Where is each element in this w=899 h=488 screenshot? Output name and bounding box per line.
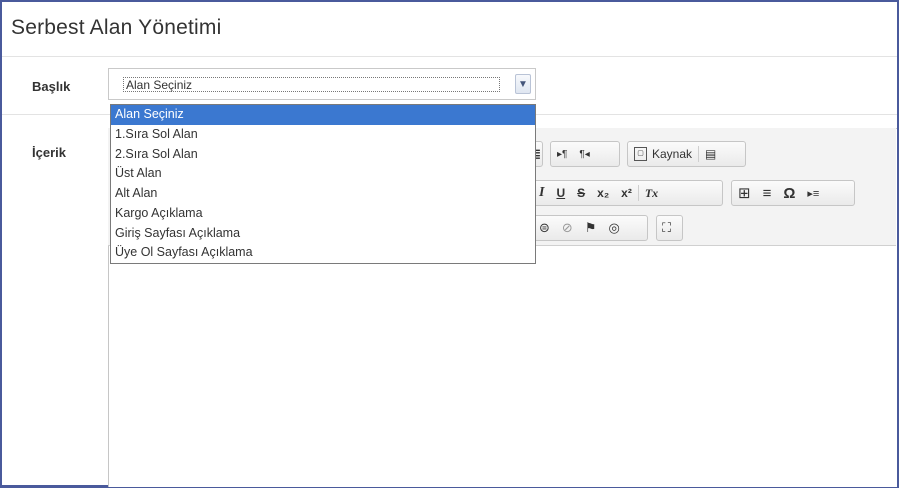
- toolbar-group-basicstyles: I U S x₂ x² Tx: [532, 180, 723, 206]
- source-button-label: Kaynak: [652, 147, 693, 161]
- dropdown-option[interactable]: Üst Alan: [111, 164, 535, 184]
- field-select-dropdown: Alan Seçiniz 1.Sıra Sol Alan 2.Sıra Sol …: [110, 104, 536, 264]
- toolbar-group-direction: ▸¶ ¶◂: [550, 141, 620, 167]
- strikethrough-icon[interactable]: S: [571, 181, 591, 205]
- toolbar-group-source: ▢ Kaynak ▤: [627, 141, 746, 167]
- underline-icon[interactable]: U: [550, 181, 571, 205]
- source-icon: ▢: [634, 147, 647, 161]
- special-char-icon[interactable]: Ω: [777, 181, 801, 205]
- toolbar-group-tools: ⛶: [656, 215, 683, 241]
- chevron-down-icon[interactable]: ▼: [515, 74, 531, 94]
- title-field-label: Başlık: [32, 79, 71, 94]
- dropdown-option[interactable]: Alan Seçiniz: [111, 105, 535, 125]
- source-button[interactable]: ▢ Kaynak: [628, 142, 698, 166]
- indent-icon[interactable]: ▸≡: [801, 181, 825, 205]
- superscript-icon[interactable]: x²: [615, 181, 638, 205]
- unlink-icon[interactable]: ⊘: [556, 216, 579, 240]
- toolbar-group-insert: ⊞ ≡ Ω ▸≡: [731, 180, 855, 206]
- dropdown-option[interactable]: Üye Ol Sayfası Açıklama: [111, 243, 535, 263]
- field-select[interactable]: Alan Seçiniz ▼: [108, 68, 536, 100]
- dropdown-option[interactable]: Alt Alan: [111, 184, 535, 204]
- rtl-direction-icon[interactable]: ¶◂: [573, 142, 595, 166]
- horizontal-rule-icon[interactable]: ≡: [757, 181, 778, 205]
- iframe-icon[interactable]: ◎: [602, 216, 625, 240]
- anchor-flag-icon[interactable]: ⚑: [579, 216, 603, 240]
- template-icon[interactable]: ▤: [699, 142, 722, 166]
- dropdown-option[interactable]: 1.Sıra Sol Alan: [111, 125, 535, 145]
- dropdown-option[interactable]: Giriş Sayfası Açıklama: [111, 224, 535, 244]
- ltr-direction-icon[interactable]: ▸¶: [551, 142, 573, 166]
- dropdown-option[interactable]: Kargo Açıklama: [111, 204, 535, 224]
- link-icon[interactable]: ⊜: [533, 216, 556, 240]
- toolbar-group-links: ⊜ ⊘ ⚑ ◎: [532, 215, 648, 241]
- field-select-value: Alan Seçiniz: [123, 77, 500, 92]
- subscript-icon[interactable]: x₂: [591, 181, 615, 205]
- title-divider: [2, 56, 897, 57]
- remove-format-icon[interactable]: Tx: [639, 181, 664, 205]
- dropdown-option[interactable]: 2.Sıra Sol Alan: [111, 145, 535, 165]
- table-icon[interactable]: ⊞: [732, 181, 757, 205]
- maximize-icon[interactable]: ⛶: [657, 216, 676, 240]
- content-field-label: İçerik: [32, 145, 66, 160]
- page-title: Serbest Alan Yönetimi: [11, 16, 222, 39]
